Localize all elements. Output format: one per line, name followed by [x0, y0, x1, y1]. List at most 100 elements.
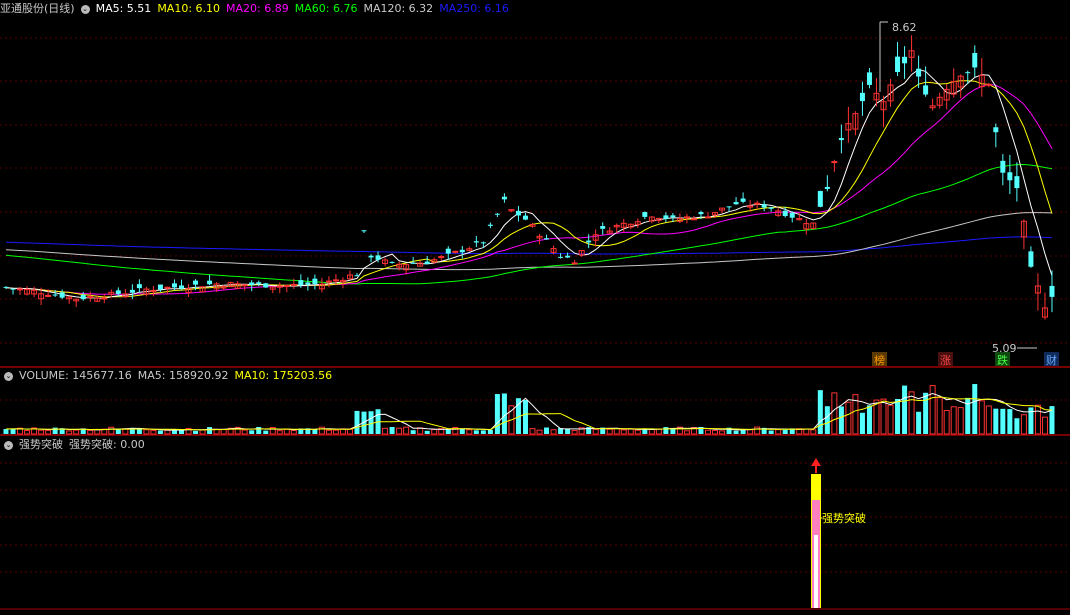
- ma60-line: [5, 163, 1053, 285]
- candle-body: [263, 283, 269, 288]
- volume-bar: [66, 430, 73, 435]
- candle-body: [698, 212, 704, 215]
- signal-bar-inner: [814, 535, 818, 608]
- volume-bar: [957, 407, 964, 435]
- candle-body: [157, 284, 163, 290]
- volume-bar: [249, 430, 255, 434]
- signal-arrow-icon: [811, 458, 821, 466]
- ma-legend-item-2: MA20: 6.89: [226, 2, 289, 15]
- candle-body: [59, 292, 65, 298]
- volume-bar: [810, 429, 817, 435]
- volume-bar: [824, 406, 830, 434]
- candle-body: [332, 279, 339, 282]
- ma-legend-item-5: MA250: 6.16: [439, 2, 509, 15]
- candle-body: [305, 282, 311, 285]
- candle-body: [1000, 160, 1006, 173]
- volume-bar: [985, 405, 992, 435]
- candle-body: [838, 138, 844, 141]
- volume-bar: [978, 400, 985, 435]
- candle-body: [354, 275, 360, 277]
- volume-bars: [3, 384, 1055, 435]
- candle-body: [586, 240, 592, 243]
- volume-bar: [754, 426, 761, 435]
- volume-bar: [1000, 408, 1006, 434]
- candle-body: [670, 215, 676, 218]
- candle-body: [17, 288, 24, 291]
- volume-bar: [571, 430, 578, 435]
- volume-bar: [382, 427, 389, 435]
- volume-bar: [403, 426, 410, 435]
- indicator-collapse-icon[interactable]: ⌄: [4, 440, 13, 450]
- candle-body: [129, 289, 135, 293]
- candle-body: [768, 207, 774, 209]
- volume-bar: [747, 429, 754, 435]
- event-tag-text: 跌: [997, 353, 1008, 367]
- candle-body: [866, 72, 872, 85]
- volume-bar: [207, 427, 213, 434]
- volume-bar: [606, 428, 613, 435]
- volume-bar: [663, 427, 669, 434]
- ma250-line: [5, 236, 1053, 255]
- volume-collapse-icon[interactable]: ⌄: [4, 371, 13, 381]
- volume-bar: [1041, 416, 1048, 435]
- volume-bar: [544, 427, 550, 434]
- candle-body: [571, 262, 578, 265]
- volume-bar: [143, 429, 150, 435]
- candle-body: [916, 68, 922, 77]
- signal-arrow-stem: [815, 465, 817, 473]
- indicator-legend: 强势突破 强势突破: 0.00: [19, 438, 151, 451]
- volume-bar: [705, 429, 711, 435]
- volume-bar: [410, 430, 416, 434]
- volume-bar: [950, 406, 957, 435]
- volume-bar: [459, 428, 465, 434]
- volume-bar: [634, 429, 641, 435]
- candle-body: [445, 248, 451, 254]
- ma-legend-item-4: MA120: 6.32: [363, 2, 434, 15]
- candle-body: [985, 83, 992, 86]
- candle-body: [965, 72, 971, 74]
- candle-body: [1028, 251, 1034, 267]
- grid-lines: [0, 37, 1070, 573]
- volume-panel-header: ⌄ VOLUME: 145677.16 MA5: 158920.92 MA10: 17…: [0, 367, 344, 385]
- chart-canvas[interactable]: 8.62 5.09 强势突破 榜涨跌财: [0, 0, 1070, 615]
- volume-bar: [972, 384, 978, 434]
- volume-bar: [368, 411, 374, 434]
- volume-bar: [480, 430, 486, 434]
- volume-bar: [866, 405, 872, 434]
- candle-body: [249, 282, 255, 286]
- volume-bar: [52, 427, 58, 434]
- candle-body: [565, 255, 571, 258]
- collapse-icon[interactable]: ⌄: [80, 4, 90, 14]
- volume-bar: [1007, 409, 1013, 434]
- volume-bar: [445, 429, 451, 434]
- event-tag-text: 财: [1046, 353, 1057, 367]
- candle-body: [761, 204, 767, 208]
- candle-body: [600, 226, 606, 229]
- volume-bar: [733, 430, 739, 434]
- candle-body: [52, 294, 58, 296]
- candle-body: [782, 210, 788, 216]
- volume-bar: [620, 429, 627, 435]
- candle-body: [101, 297, 108, 300]
- volume-bar: [565, 428, 571, 434]
- event-tag-text: 涨: [940, 354, 951, 367]
- candle-body: [45, 294, 52, 297]
- moving-average-lines: [5, 68, 1053, 299]
- volume-bar: [550, 429, 557, 435]
- candle-body: [789, 212, 795, 218]
- indicator-panel-header: ⌄ 强势突破 强势突破: 0.00: [0, 436, 157, 454]
- candle-body: [972, 52, 978, 68]
- volume-bar: [45, 429, 52, 435]
- volume-bar: [943, 410, 950, 435]
- candle-body: [410, 262, 416, 264]
- volume-bar: [256, 426, 262, 434]
- ma-legend: MA5: 5.51 MA10: 6.10 MA20: 6.89 MA60: 6.76 M…: [96, 2, 515, 15]
- candle-body: [705, 216, 711, 219]
- volume-bar: [276, 430, 283, 435]
- volume-bar: [613, 427, 620, 435]
- volume-bar: [803, 428, 810, 435]
- volume-bar: [627, 428, 634, 435]
- volume-bar: [136, 429, 142, 434]
- ma10-line: [5, 80, 1053, 298]
- candle-body: [859, 92, 865, 102]
